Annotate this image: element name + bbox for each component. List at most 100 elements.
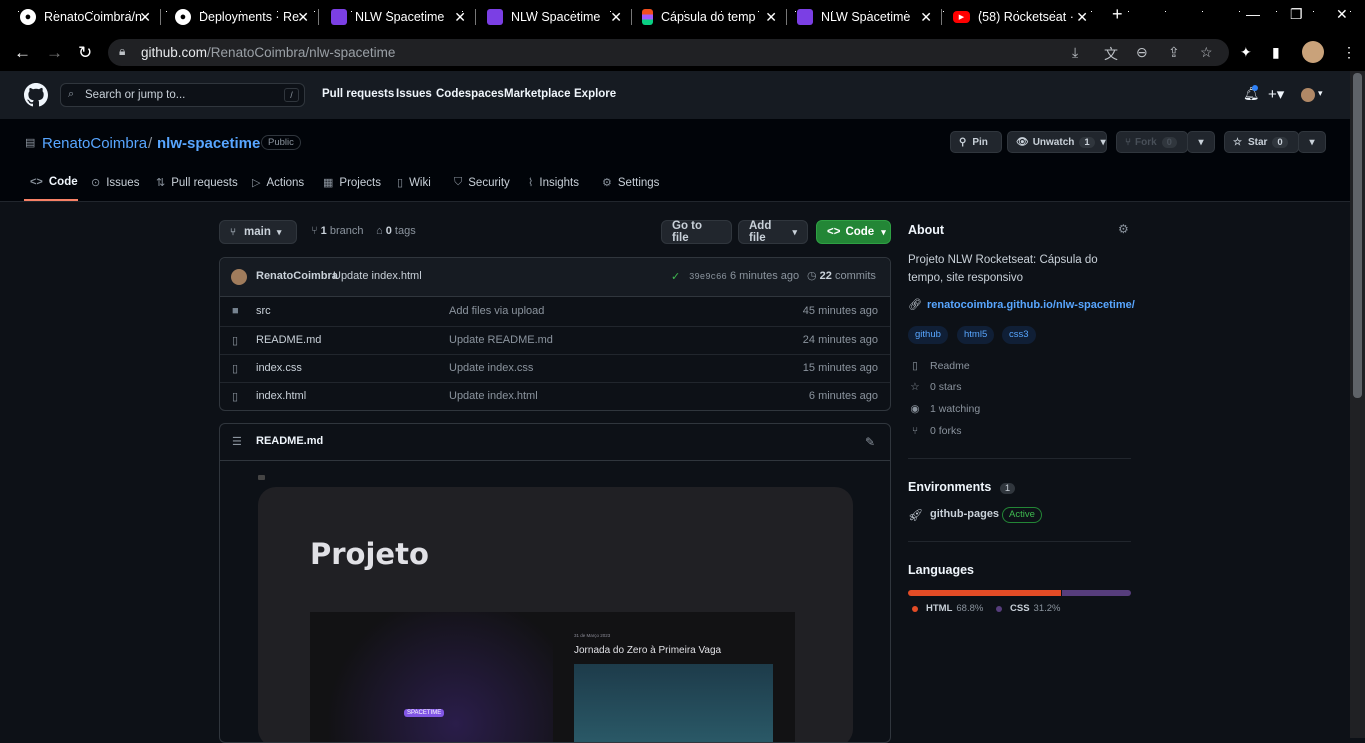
commit-author[interactable]: RenatoCoimbra (256, 270, 338, 282)
close-icon[interactable]: ✕ (610, 9, 622, 26)
edit-pencil-icon[interactable]: ✎ (865, 435, 875, 449)
close-icon[interactable]: ✕ (454, 9, 466, 26)
tags-link[interactable]: ⌂ 0 tags (376, 225, 416, 237)
tab-issues[interactable]: ⊙ Issues (91, 176, 139, 190)
table-row[interactable]: ▯ README.md Update README.md 24 minutes … (220, 326, 890, 354)
gear-icon[interactable]: ⚙ (1118, 222, 1129, 236)
language-item-css[interactable]: CSS 31.2% (996, 603, 1060, 614)
tab-projects[interactable]: ▦ Projects (323, 176, 381, 190)
profile-avatar[interactable] (1302, 41, 1324, 63)
nav-issues[interactable]: Issues (396, 88, 432, 100)
fork-dropdown-button[interactable]: ▾ (1187, 131, 1215, 153)
homepage-link[interactable]: renatocoimbra.github.io/nlw-spacetime/ (927, 299, 1135, 311)
file-commit-message[interactable]: Update index.css (449, 362, 533, 374)
fork-button[interactable]: ⑂ Fork 0 (1116, 131, 1188, 153)
tab-security[interactable]: ⛉ Security (454, 176, 510, 189)
table-row[interactable]: ■ src Add files via upload 45 minutes ag… (220, 298, 890, 326)
branch-select-button[interactable]: ⑂ main ▾ (219, 220, 297, 244)
topic-tag[interactable]: github (908, 326, 948, 344)
share-icon[interactable]: ⇪ (1168, 44, 1180, 61)
author-avatar[interactable] (231, 269, 247, 285)
environments-title[interactable]: Environments 1 (908, 480, 1016, 494)
check-icon[interactable]: ✓ (671, 270, 680, 283)
user-avatar[interactable] (1301, 88, 1315, 102)
close-icon[interactable]: ✕ (139, 9, 151, 26)
nav-marketplace[interactable]: Marketplace (504, 88, 570, 100)
branches-link[interactable]: ⑂ 1 branch (311, 225, 364, 237)
install-icon[interactable]: ⤓ (1072, 44, 1078, 61)
watchers-link[interactable]: ◉ 1 watching (908, 403, 980, 415)
file-commit-message[interactable]: Add files via upload (449, 305, 544, 317)
browser-tab[interactable]: NLW Spacetime ✕ (777, 0, 942, 34)
chevron-down-icon[interactable]: ▾ (1318, 88, 1323, 99)
restore-icon[interactable]: ❐ (1290, 6, 1303, 23)
stars-link[interactable]: ☆ 0 stars (908, 381, 961, 393)
tab-insights[interactable]: ⌇ Insights (528, 176, 579, 190)
reload-icon[interactable]: ↻ (78, 43, 92, 63)
back-icon[interactable]: ← (14, 43, 31, 63)
zoom-icon[interactable]: ⊖ (1136, 44, 1148, 61)
unwatch-button[interactable]: 👁︎ Unwatch 1 ▾ (1007, 131, 1107, 153)
create-new-icon[interactable]: +▾ (1268, 85, 1284, 103)
menu-dots-icon[interactable]: ⋮ (1342, 44, 1356, 61)
translate-icon[interactable]: 文 (1104, 44, 1118, 64)
list-icon[interactable]: ☰ (232, 435, 242, 448)
lock-icon[interactable]: 🔒︎ (119, 44, 125, 59)
tab-settings[interactable]: ⚙ Settings (602, 176, 659, 190)
browser-tab[interactable]: NLW Spacetime ✕ (311, 0, 476, 34)
file-name[interactable]: index.css (256, 362, 302, 374)
extensions-icon[interactable]: ✦ (1240, 44, 1252, 61)
side-panel-icon[interactable]: ▮ (1272, 44, 1280, 61)
go-to-file-button[interactable]: Go to file (661, 220, 732, 244)
tab-actions[interactable]: ▷ Actions (252, 176, 304, 190)
browser-tab[interactable]: ● Deployments · Re ✕ (155, 0, 319, 34)
file-name[interactable]: README.md (256, 334, 321, 346)
readme-title[interactable]: README.md (256, 435, 323, 447)
language-item-html[interactable]: HTML 68.8% (908, 603, 983, 614)
bookmark-star-icon[interactable]: ☆ (1200, 44, 1213, 61)
minimize-icon[interactable]: — (1246, 6, 1260, 22)
tab-code[interactable]: <> Code (30, 176, 78, 188)
figma-icon (642, 9, 653, 25)
nav-codespaces[interactable]: Codespaces (436, 88, 504, 100)
close-icon[interactable]: ✕ (1076, 9, 1088, 26)
browser-tab[interactable]: Cápsula do temp ✕ (622, 0, 787, 34)
nav-explore[interactable]: Explore (574, 88, 616, 100)
browser-tab[interactable]: ▶ (58) Rocketseat · ✕ (933, 0, 1098, 34)
star-button[interactable]: ☆ Star 0 (1224, 131, 1299, 153)
pin-button[interactable]: ⚲ Pin (950, 131, 1002, 153)
star-dropdown-button[interactable]: ▾ (1298, 131, 1326, 153)
repo-name-link[interactable]: nlw-spacetime (157, 135, 260, 152)
file-name[interactable]: src (256, 305, 271, 317)
commits-link[interactable]: ◷ 22 commits (807, 269, 876, 282)
readme-link[interactable]: ▯ Readme (908, 360, 970, 372)
repo-owner-link[interactable]: RenatoCoimbra (42, 135, 147, 152)
close-icon[interactable]: ✕ (920, 9, 932, 26)
file-commit-message[interactable]: Update index.html (449, 390, 538, 402)
topic-tag[interactable]: html5 (957, 326, 995, 344)
forward-icon[interactable]: → (46, 43, 63, 63)
add-file-button[interactable]: Add file ▾ (738, 220, 808, 244)
topic-tag[interactable]: css3 (1002, 326, 1036, 344)
forks-link[interactable]: ⑂ 0 forks (908, 425, 962, 437)
scrollbar-thumb[interactable] (1353, 73, 1362, 398)
new-tab-icon[interactable]: + (1112, 4, 1123, 25)
file-name[interactable]: index.html (256, 390, 306, 402)
browser-tab[interactable]: ● RenatoCoimbra/n ✕ (0, 0, 161, 34)
tab-wiki[interactable]: ▯ Wiki (397, 176, 431, 190)
close-icon[interactable]: ✕ (765, 9, 777, 26)
github-logo-icon[interactable] (24, 83, 48, 107)
commit-sha[interactable]: 39e9c66 (689, 272, 727, 282)
table-row[interactable]: ▯ index.html Update index.html 6 minutes… (220, 382, 890, 410)
table-row[interactable]: ▯ index.css Update index.css 15 minutes … (220, 354, 890, 382)
window-close-icon[interactable]: ✕ (1336, 6, 1348, 23)
browser-tab[interactable]: NLW Spacetime ✕ (467, 0, 632, 34)
commit-message[interactable]: Update index.html (333, 270, 422, 282)
tab-pull-requests[interactable]: ⇅ Pull requests (156, 176, 238, 190)
code-button[interactable]: <> Code ▾ (816, 220, 891, 244)
environment-name[interactable]: github-pages (930, 508, 999, 520)
close-icon[interactable]: ✕ (297, 9, 309, 26)
nav-pull-requests[interactable]: Pull requests (322, 88, 394, 100)
file-commit-message[interactable]: Update README.md (449, 334, 553, 346)
url-text[interactable]: github.com/RenatoCoimbra/nlw-spacetime (141, 45, 395, 60)
